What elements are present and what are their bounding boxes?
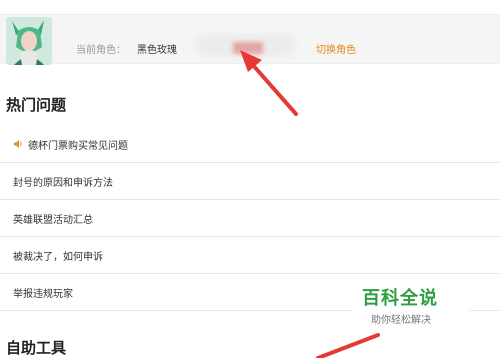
annotation-arrow-top xyxy=(240,50,298,116)
annotation-arrow-bottom xyxy=(316,333,380,358)
watermark-subtitle: 助你轻松解决 xyxy=(371,315,431,326)
watermark-title: 百科全说 xyxy=(362,288,438,309)
watermark: 百科全说 助你轻松解决 xyxy=(352,278,470,330)
